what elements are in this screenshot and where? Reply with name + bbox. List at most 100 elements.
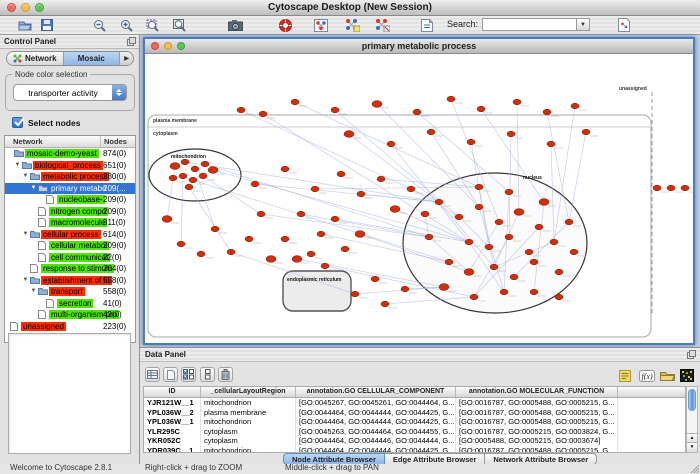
tree-row[interactable]: unassigned223(0) (5, 321, 135, 333)
network-node[interactable] (357, 191, 365, 197)
col-molecular-function[interactable]: annotation.GO MOLECULAR_FUNCTION (456, 387, 618, 397)
search-dropdown-arrow[interactable]: ▼ (577, 18, 590, 31)
network-node[interactable] (281, 236, 289, 242)
expander-icon[interactable]: ▼ (29, 183, 38, 195)
network-node[interactable] (211, 226, 219, 232)
network-view-window[interactable]: primary metabolic process plasma membran… (143, 37, 695, 345)
node-color-dropdown[interactable]: transporter activity (13, 84, 127, 101)
network-node[interactable] (245, 236, 253, 242)
network-node[interactable] (341, 246, 349, 252)
destroy-view-button[interactable] (373, 17, 391, 33)
tab-network[interactable]: Network (7, 52, 64, 65)
expander-icon[interactable]: ▼ (21, 171, 30, 183)
table-scrollbar[interactable]: ▲ ▼ (686, 386, 698, 453)
network-node[interactable] (185, 184, 193, 190)
network-node[interactable] (381, 301, 389, 307)
import-attributes-button[interactable] (659, 368, 675, 383)
tree-row[interactable]: nitrogen compo209(0) (5, 206, 135, 218)
scrollbar-thumb[interactable] (688, 389, 696, 411)
attribute-table-header[interactable]: ID _cellularLayoutRegion annotation.GO C… (144, 387, 685, 398)
network-node[interactable] (507, 131, 515, 137)
tree-row[interactable]: ▼metabolic process280(0) (5, 171, 135, 183)
window-titlebar[interactable]: Cytoscape Desktop (New Session) (0, 0, 700, 16)
network-node[interactable] (331, 216, 339, 222)
table-row[interactable]: YPL036W__2plasma membrane[GO:0044464, GO… (144, 408, 685, 418)
network-node[interactable] (387, 141, 395, 147)
network-node[interactable] (510, 274, 518, 280)
network-node[interactable] (390, 206, 400, 213)
network-node[interactable] (179, 173, 187, 179)
network-node[interactable] (281, 166, 289, 172)
network-node[interactable] (535, 224, 543, 230)
tree-row[interactable]: multi-organism pro42(0) (5, 309, 135, 321)
tree-header[interactable]: Network Nodes (5, 136, 135, 148)
create-attribute-button[interactable] (163, 367, 178, 382)
network-node[interactable] (177, 241, 185, 247)
close-window-button[interactable] (7, 3, 16, 12)
col-cellular-component[interactable]: annotation.GO CELLULAR_COMPONENT (296, 387, 456, 397)
network-node[interactable] (570, 249, 578, 255)
network-node[interactable] (505, 189, 513, 195)
network-node[interactable] (317, 231, 325, 237)
network-node[interactable] (251, 181, 259, 187)
expander-icon[interactable]: ▼ (29, 286, 38, 298)
network-node[interactable] (191, 166, 199, 172)
tree-row[interactable]: ▼transport558(0) (5, 286, 135, 298)
network-node[interactable] (401, 286, 409, 292)
network-node[interactable] (321, 263, 329, 269)
network-node[interactable] (653, 185, 661, 191)
network-node[interactable] (208, 167, 218, 174)
zoom-window-button[interactable] (35, 3, 44, 12)
network-node[interactable] (667, 185, 675, 191)
network-node[interactable] (470, 294, 478, 300)
network-node[interactable] (337, 171, 345, 177)
network-node[interactable] (447, 96, 455, 102)
float-panel-icon[interactable] (127, 37, 136, 50)
network-node[interactable] (525, 249, 533, 255)
network-node[interactable] (197, 251, 205, 257)
table-row[interactable]: YJR121W__1mitochondrion[GO:0045267, GO:0… (144, 398, 685, 408)
network-node[interactable] (571, 103, 579, 109)
minimize-window-button[interactable] (21, 3, 30, 12)
tree-row[interactable]: nucleobase-209(0) (5, 194, 135, 206)
col-region[interactable]: _cellularLayoutRegion (201, 387, 296, 397)
network-overview-button[interactable] (312, 17, 330, 33)
help-button[interactable] (276, 17, 294, 33)
network-node[interactable] (344, 131, 354, 138)
attribute-table[interactable]: ID _cellularLayoutRegion annotation.GO C… (143, 386, 686, 453)
network-node[interactable] (266, 256, 276, 263)
search-index-button[interactable] (615, 17, 633, 33)
close-view-button[interactable] (151, 42, 159, 50)
tree-row[interactable]: cell communicat22(0) (5, 252, 135, 264)
network-node[interactable] (227, 249, 235, 255)
save-button[interactable] (38, 17, 56, 33)
network-node[interactable] (565, 219, 573, 225)
col-id[interactable]: ID (144, 387, 201, 397)
network-node[interactable] (495, 219, 503, 225)
network-node[interactable] (257, 211, 265, 217)
tree-row[interactable]: cellular metabol209(0) (5, 240, 135, 252)
network-node[interactable] (291, 99, 299, 105)
network-node[interactable] (170, 163, 180, 170)
network-node[interactable] (513, 99, 521, 105)
network-node[interactable] (311, 186, 319, 192)
network-node[interactable] (455, 214, 463, 220)
network-node[interactable] (530, 289, 538, 295)
network-node[interactable] (377, 176, 385, 182)
attribute-batch-button[interactable] (145, 367, 160, 382)
network-node[interactable] (297, 211, 305, 217)
network-node[interactable] (237, 107, 245, 113)
network-node[interactable] (425, 234, 433, 240)
network-node[interactable] (477, 106, 485, 112)
resize-grip[interactable] (689, 463, 699, 473)
destroy-network-button[interactable] (343, 17, 361, 33)
network-node[interactable] (201, 161, 209, 167)
zoom-in-button[interactable] (117, 17, 135, 33)
network-node[interactable] (490, 264, 498, 270)
tree-row[interactable]: response to stimulu264(0) (5, 263, 135, 275)
snapshot-button[interactable] (226, 17, 244, 33)
network-node[interactable] (547, 141, 555, 147)
annotation-button[interactable] (418, 17, 436, 33)
tab-overflow-arrow[interactable]: ▶ (120, 52, 133, 65)
network-node[interactable] (189, 177, 197, 183)
